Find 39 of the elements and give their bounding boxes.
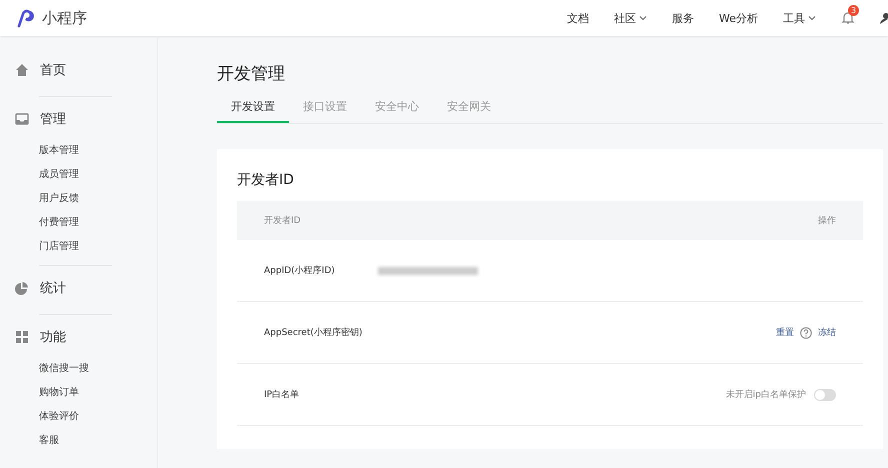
sidebar-subitem[interactable]: 付费管理 — [0, 211, 157, 235]
sidebar-subitem[interactable]: 用户反馈 — [0, 187, 157, 211]
card-title: 开发者ID — [237, 171, 295, 189]
logo-text: 小程序 — [42, 8, 87, 28]
home-icon — [15, 63, 29, 77]
sidebar-item[interactable]: 功能 — [0, 317, 157, 357]
sidebar-subitem[interactable]: 微信搜一搜 — [0, 357, 157, 381]
page-title: 开发管理 — [217, 63, 286, 85]
tab[interactable]: 开发设置 — [217, 99, 289, 123]
row-label: IP白名单 — [264, 388, 300, 401]
action-link[interactable]: 冻结 — [818, 326, 836, 339]
help-icon[interactable] — [800, 326, 812, 338]
nav-link[interactable]: We分析 — [719, 10, 758, 26]
status-text: 未开启ip白名单保护 — [726, 388, 806, 401]
sidebar-item[interactable]: 管理 — [0, 99, 157, 139]
toggle-switch[interactable] — [814, 388, 836, 400]
sidebar-subitem[interactable]: 门店管理 — [0, 235, 157, 259]
grid-icon — [15, 330, 29, 344]
nav-link[interactable]: 工具 — [783, 10, 816, 26]
nav-link[interactable]: 社区 — [614, 10, 647, 26]
sidebar-subitem[interactable]: 购物订单 — [0, 381, 157, 405]
user-icon[interactable] — [880, 12, 888, 24]
sidebar-subitem[interactable]: 体验评价 — [0, 405, 157, 429]
notification-badge: 3 — [848, 5, 860, 16]
sidebar-item[interactable]: 首页 — [0, 50, 157, 90]
column-header: 操作 — [818, 214, 836, 227]
pie-chart-icon — [15, 281, 29, 295]
action-link[interactable]: 重置 — [776, 326, 794, 339]
nav-link[interactable]: 文档 — [567, 10, 589, 26]
sidebar-item[interactable]: 统计 — [0, 268, 157, 308]
inbox-icon — [15, 112, 29, 126]
sidebar-subitem[interactable]: 客服 — [0, 429, 157, 453]
sidebar-subitem[interactable]: 版本管理 — [0, 139, 157, 163]
sidebar-subitem[interactable]: 成员管理 — [0, 163, 157, 187]
logo-icon — [16, 8, 36, 28]
nav-link[interactable]: 服务 — [672, 10, 694, 26]
row-label: AppSecret(小程序密钥) — [264, 326, 364, 339]
row-label: AppID(小程序ID) — [264, 264, 336, 277]
column-header: 开发者ID — [264, 214, 301, 227]
